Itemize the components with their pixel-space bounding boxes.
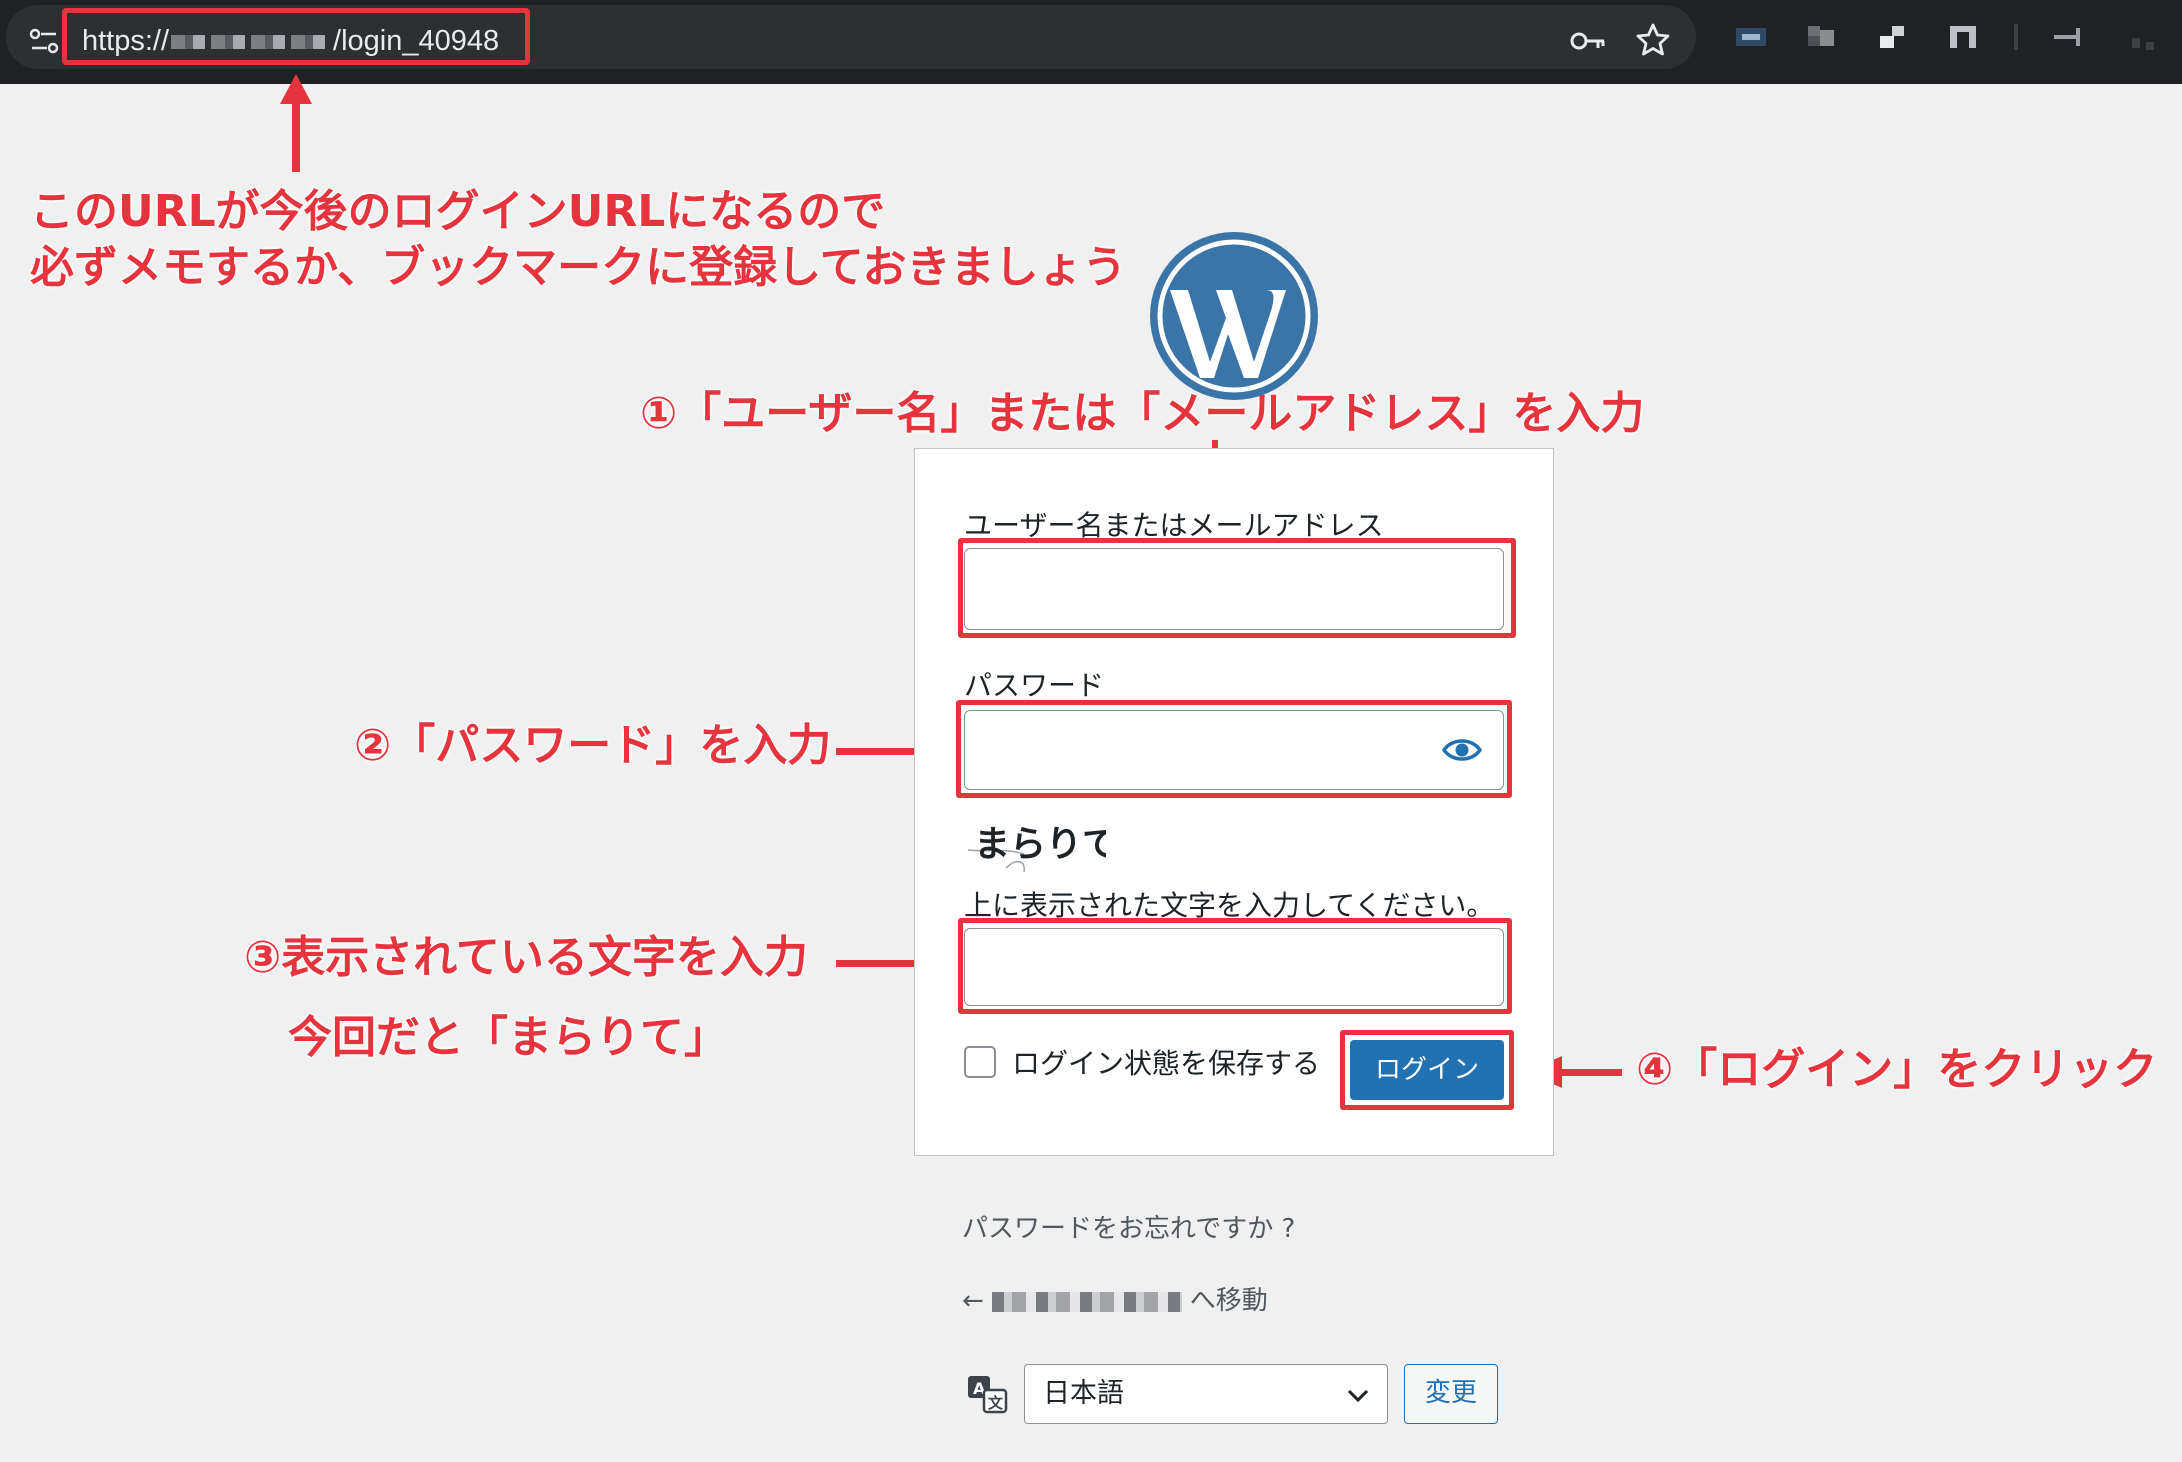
password-label: パスワード	[964, 669, 1105, 702]
remember-me-label[interactable]: ログイン状態を保存する	[1012, 1042, 1320, 1082]
step4-arrow-shaft	[1560, 1069, 1622, 1076]
back-to-site-suffix: へ移動	[1189, 1286, 1268, 1316]
language-select[interactable]: 日本語	[1024, 1364, 1388, 1424]
wordpress-logo-icon[interactable]	[1148, 230, 1320, 402]
username-highlight-box	[958, 538, 1516, 638]
step2-annotation: ②「パスワード」を入力	[354, 720, 832, 771]
chevron-down-icon	[1345, 1385, 1371, 1405]
captcha-text: まらりて	[974, 824, 1106, 865]
step3-arrow-shaft	[836, 960, 920, 967]
step3-example-annotation: 今回だと「まらりて」	[288, 1012, 728, 1063]
blurred-site-name	[991, 1291, 1182, 1312]
change-language-button[interactable]: 変更	[1404, 1364, 1498, 1424]
language-selected-value: 日本語	[1043, 1378, 1124, 1409]
lost-password-link[interactable]: パスワードをお忘れですか ?	[962, 1208, 1295, 1245]
url-arrow-shaft	[292, 100, 300, 172]
step1-annotation: ①「ユーザー名」または「メールアドレス」を入力	[640, 388, 1645, 439]
captcha-highlight-box	[958, 918, 1512, 1014]
step2-arrow-shaft	[836, 748, 920, 755]
url-note-line1: このURLが今後のログインURLになるので	[30, 186, 886, 237]
captcha-image: まらりて	[966, 818, 1106, 874]
back-arrow-icon: ←	[962, 1286, 984, 1316]
step3-annotation: ③表示されている文字を入力	[244, 932, 808, 983]
svg-text:文: 文	[988, 1394, 1004, 1412]
translate-icon: A 文	[966, 1374, 1008, 1414]
back-to-site-link[interactable]: ← へ移動	[962, 1280, 1268, 1317]
login-button-highlight-box	[1340, 1030, 1514, 1110]
remember-me-checkbox[interactable]	[964, 1046, 996, 1078]
step4-annotation: ④「ログイン」をクリック	[1636, 1044, 2158, 1095]
password-highlight-box	[956, 700, 1512, 798]
url-note-line2: 必ずメモするか、ブックマークに登録しておきましょう	[30, 242, 1127, 293]
url-arrow-head	[280, 74, 312, 104]
